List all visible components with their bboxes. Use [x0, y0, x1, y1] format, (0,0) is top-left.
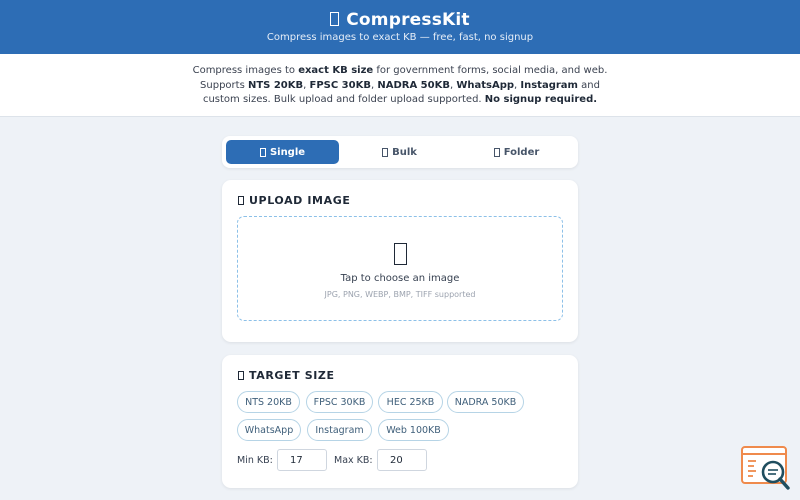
- upload-card: UPLOAD IMAGE Tap to choose an image JPG,…: [222, 180, 578, 342]
- images-icon: [382, 147, 389, 157]
- preset-chip-nadra[interactable]: NADRA 50KB: [447, 391, 524, 413]
- preset-chip-whatsapp[interactable]: WhatsApp: [237, 419, 301, 441]
- intro-line-1: Compress images to exact KB size for gov…: [192, 65, 608, 76]
- target-icon: [238, 371, 244, 380]
- intro-description: Compress images to exact KB size for gov…: [0, 54, 800, 117]
- dropzone-hint: JPG, PNG, WEBP, BMP, TIFF supported: [324, 290, 476, 299]
- app-title-text: CompressKit: [346, 10, 470, 30]
- target-size-card: TARGET SIZE NTS 20KB FPSC 30KB HEC 25KB …: [222, 355, 578, 488]
- tab-single[interactable]: Single: [226, 140, 339, 164]
- help-widget-button[interactable]: [740, 444, 792, 494]
- min-kb-input[interactable]: [277, 449, 327, 471]
- mode-tabs: Single Bulk Folder: [222, 136, 578, 168]
- preset-chip-instagram[interactable]: Instagram: [307, 419, 372, 441]
- preset-chip-nts[interactable]: NTS 20KB: [237, 391, 300, 413]
- upload-icon: [238, 196, 244, 205]
- target-size-title: TARGET SIZE: [238, 369, 335, 382]
- intro-line-3: custom sizes. Bulk upload and folder upl…: [202, 94, 598, 105]
- preset-chip-fpsc[interactable]: FPSC 30KB: [306, 391, 373, 413]
- min-kb-label: Min KB:: [237, 455, 273, 466]
- folder-icon: [493, 147, 500, 157]
- intro-line-2: Supports NTS 20KB, FPSC 30KB, NADRA 50KB…: [200, 79, 600, 91]
- tab-folder[interactable]: Folder: [460, 140, 573, 164]
- app-logo-icon: [330, 12, 340, 26]
- app-title: CompressKit: [0, 10, 800, 30]
- image-icon: [259, 147, 266, 157]
- max-kb-label: Max KB:: [334, 455, 373, 466]
- file-image-icon: [394, 243, 407, 265]
- upload-card-title: UPLOAD IMAGE: [238, 194, 350, 207]
- app-subtitle: Compress images to exact KB — free, fast…: [266, 32, 534, 43]
- search-help-icon: [741, 446, 790, 490]
- app-header: CompressKit Compress images to exact KB …: [0, 0, 800, 54]
- tab-bulk[interactable]: Bulk: [343, 140, 456, 164]
- image-dropzone[interactable]: Tap to choose an image JPG, PNG, WEBP, B…: [237, 216, 563, 321]
- max-kb-input[interactable]: [377, 449, 427, 471]
- preset-chip-web[interactable]: Web 100KB: [378, 419, 449, 441]
- dropzone-prompt: Tap to choose an image: [340, 273, 460, 284]
- preset-chip-hec[interactable]: HEC 25KB: [378, 391, 443, 413]
